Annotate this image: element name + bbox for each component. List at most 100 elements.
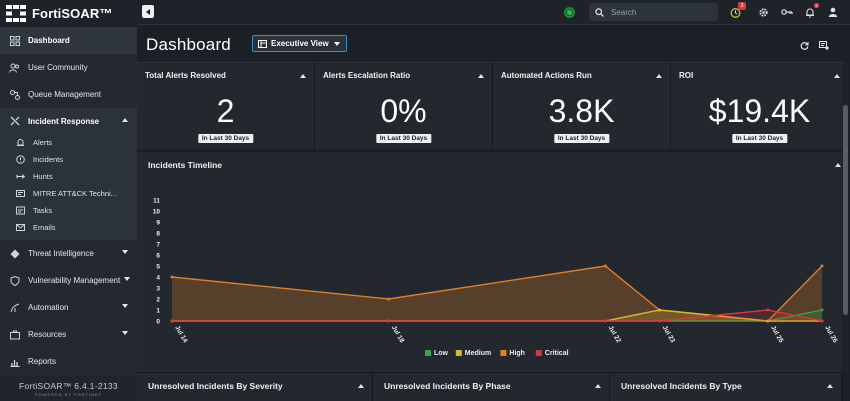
main-content: Dashboard Executive View Total Alerts Re… [137,25,850,401]
sidebar-item-alerts[interactable]: Alerts [0,134,137,151]
fortinet-logo-icon [6,5,26,22]
dashboard-icon [9,35,20,46]
panel-unresolved-by-severity: Unresolved Incidents By Severity [137,372,373,401]
legend-label: Medium [465,350,491,357]
powered-by: POWERED BY FORTINET [34,392,103,397]
legend-swatch-medium [455,350,462,356]
data-point-critical [387,319,391,323]
topbar: 3 4 [137,0,850,25]
sidebar-item-label: MITRE ATT&CK Techni... [33,189,117,198]
collapse-icon[interactable] [300,74,306,78]
dashboard-settings-button[interactable] [819,40,829,50]
panel-title: Unresolved Incidents By Severity [148,381,283,391]
sidebar-item-label: Emails [33,223,56,232]
kpi-cards: Total Alerts Resolved 2 In Last 30 Days … [137,62,850,151]
scrollbar-thumb[interactable] [843,105,848,315]
y-tick-label: 0 [156,319,160,326]
card-value: 2 [216,93,235,129]
card-title: Alerts Escalation Ratio [323,71,411,80]
alert-icon [16,138,25,147]
legend-swatch-critical [535,350,542,356]
collapse-icon[interactable] [834,74,840,78]
legend-label: Low [434,350,449,357]
y-tick-label: 11 [153,198,160,205]
search-input[interactable] [611,7,711,17]
card-period-label: In Last 30 Days [731,134,788,143]
sidebar-item-label: Vulnerability Management [28,276,121,285]
connection-status-icon[interactable] [564,7,575,18]
sidebar-item-label: Dashboard [28,36,70,45]
sidebar-item-label: Reports [28,357,57,366]
collapse-icon[interactable] [595,384,601,388]
chevron-down-icon [334,42,340,46]
sidebar-item-label: Alerts [33,138,53,147]
sidebar-item-queue-management[interactable]: Queue Management [0,81,137,108]
data-point-critical [603,319,607,323]
kpi-card-automated-actions-run: Automated Actions Run 3.8K In Last 30 Da… [493,62,671,151]
data-point-critical [820,319,824,323]
data-point-high [820,264,824,268]
chevron-down-icon [122,304,128,308]
settings-button[interactable] [757,6,769,18]
collapse-icon[interactable] [827,384,833,388]
dashboard-view-select[interactable]: Executive View [252,35,347,52]
data-point-low [820,308,824,312]
sidebar-item-threat-intelligence[interactable]: Threat Intelligence [0,240,137,267]
chevron-down-icon [124,277,130,281]
panel-unresolved-by-phase: Unresolved Incidents By Phase [373,372,610,401]
vulnerability-icon [9,275,20,286]
user-menu-button[interactable] [827,6,839,18]
sidebar-item-incident-response[interactable]: Incident Response [0,108,137,134]
sidebar-item-reports[interactable]: Reports [0,348,137,375]
collapse-icon[interactable] [656,74,662,78]
incident-icon [16,155,25,164]
sidebar-item-vulnerability-management[interactable]: Vulnerability Management [0,267,137,294]
sidebar-item-automation[interactable]: Automation [0,294,137,321]
sidebar-item-label: User Community [28,63,88,72]
bottom-panels: Unresolved Incidents By Severity Unresol… [137,372,850,401]
sidebar-item-resources[interactable]: Resources [0,321,137,348]
y-tick-label: 6 [156,253,160,260]
bell-icon [806,8,814,18]
sidebar-item-tasks[interactable]: Tasks [0,202,137,219]
refresh-button[interactable] [799,40,809,50]
sidebar-item-label: Tasks [33,206,53,215]
sidebar-item-mitre[interactable]: MITRE ATT&CK Techni... [0,185,137,202]
key-icon [781,9,793,15]
dashboard-view-label: Executive View [271,39,329,48]
sidebar-item-dashboard[interactable]: Dashboard [0,27,137,54]
sidebar-item-hunts[interactable]: Hunts [0,168,137,185]
legend-swatch-low [425,350,431,356]
collapse-icon[interactable] [835,163,841,167]
brand: FortiSOAR™ [0,0,137,27]
y-tick-label: 8 [156,231,160,238]
user-icon [828,7,838,17]
sidebar-item-incidents[interactable]: Incidents [0,151,137,168]
sidebar-item-label: Incidents [33,155,64,164]
legend-label: High [509,350,525,357]
gear-icon [758,7,768,17]
series-area-high [172,266,822,321]
notification-count-badge: 4 [814,3,819,8]
collapse-icon[interactable] [478,74,484,78]
dashboard-view-icon [258,39,267,48]
timer-button[interactable]: 3 [729,2,746,18]
panel-title: Incidents Timeline [148,160,223,170]
sidebar-item-user-community[interactable]: User Community [0,54,137,81]
collapse-sidebar-button[interactable] [142,5,154,18]
collapse-icon[interactable] [358,384,364,388]
notifications-button[interactable]: 4 [804,3,819,18]
app-window: FortiSOAR™ Dashboard User Community Queu… [0,0,850,401]
legend-swatch-high [500,350,507,356]
data-point-critical [170,319,174,323]
card-value: 0% [380,93,427,129]
x-tick-label: Jul 26 [823,325,838,345]
chevron-up-icon [122,118,128,122]
x-tick-label: Jul 25 [769,325,784,345]
keys-button[interactable] [781,6,793,18]
search-box[interactable] [589,3,718,21]
sidebar-item-label: Automation [28,303,69,312]
threat-intel-icon [9,248,20,259]
page-title: Dashboard [146,35,231,54]
sidebar-item-emails[interactable]: Emails [0,219,137,236]
